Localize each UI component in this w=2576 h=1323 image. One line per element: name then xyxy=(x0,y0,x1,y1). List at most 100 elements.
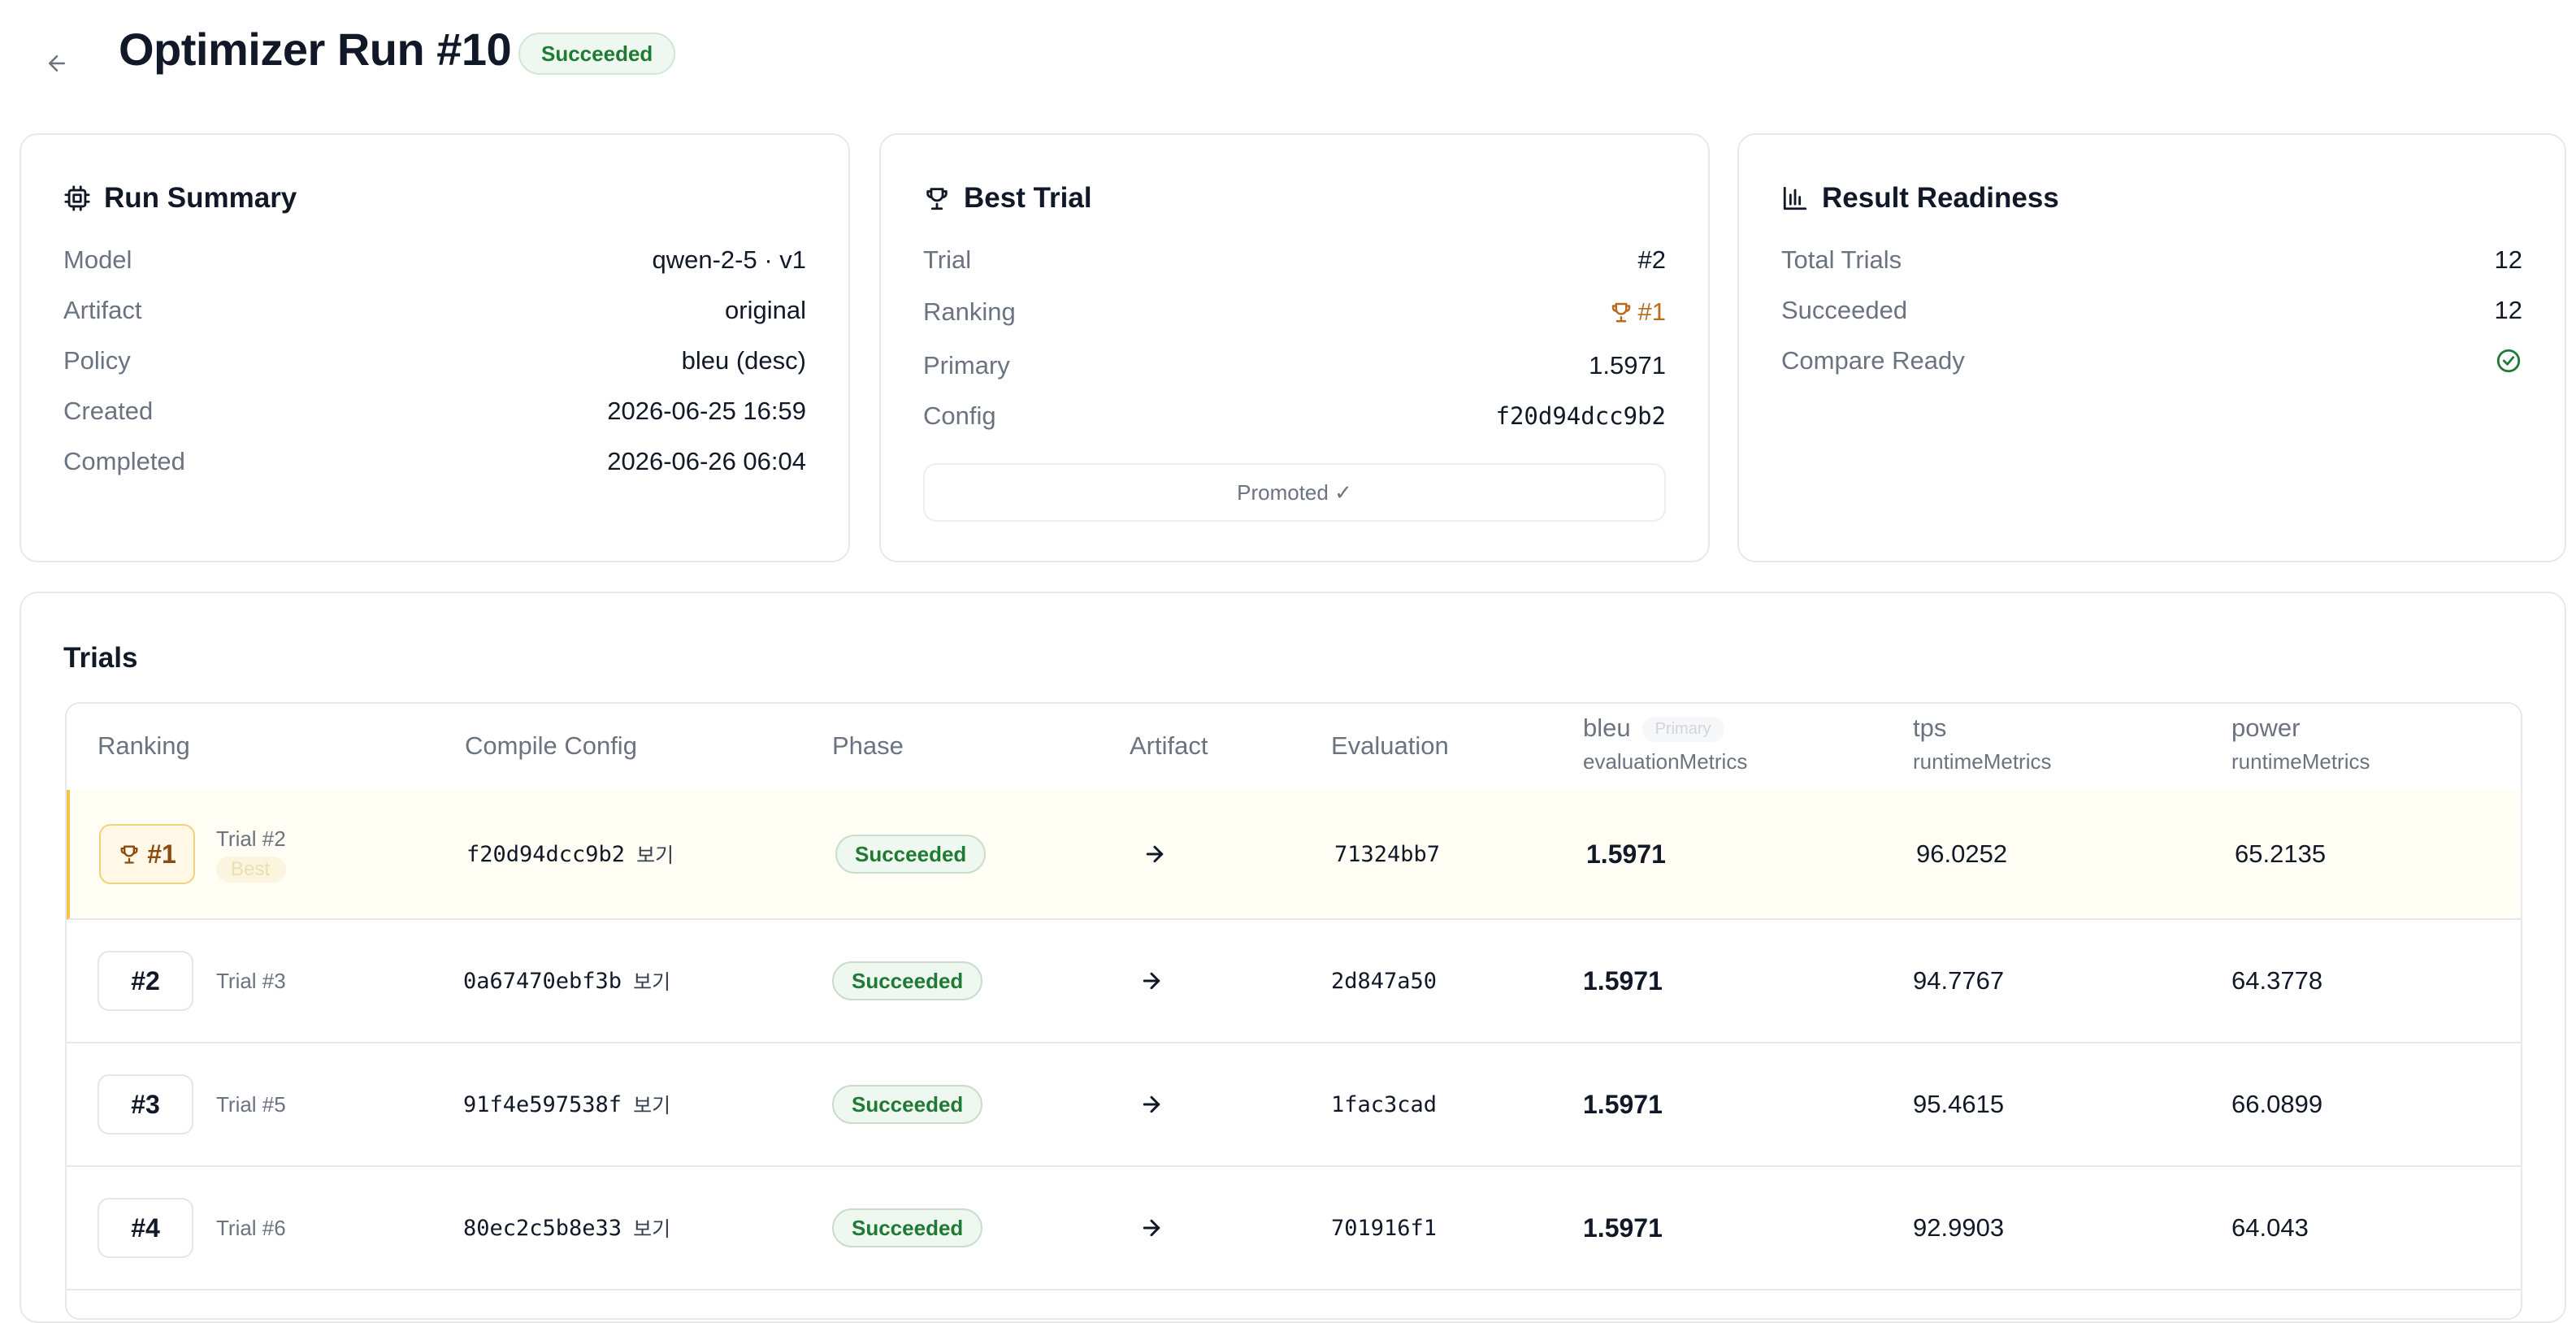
power-value: 66.0899 xyxy=(2231,1090,2323,1118)
evaluation-id[interactable]: 2d847a50 xyxy=(1331,969,1437,994)
bleu-value: 1.5971 xyxy=(1586,839,1666,869)
col-bleu[interactable]: bleu Primary evaluationMetrics xyxy=(1583,714,1747,774)
summary-key: Policy xyxy=(63,346,131,375)
best-trial-card: Best Trial Trial #2 Ranking #1 Primary 1.5… xyxy=(879,133,1710,562)
trial-label: Trial #5 xyxy=(216,1091,286,1117)
summary-key: Created xyxy=(63,397,154,425)
table-row[interactable]: #3 Trial #5 91f4e597538f 보기 Succeeded 1f… xyxy=(67,1043,2521,1167)
phase-badge: Succeeded xyxy=(832,1085,983,1124)
best-key: Config xyxy=(923,401,996,430)
cpu-icon xyxy=(64,185,90,211)
ranking-value-text: #1 xyxy=(1637,297,1666,326)
summary-row-model: Model qwen-2-5 · v1 xyxy=(63,244,806,276)
phase-cell: Succeeded xyxy=(832,1167,983,1289)
table-header: Ranking Compile Config Phase Artifact Ev… xyxy=(67,704,2521,792)
rank-badge: #4 xyxy=(98,1198,193,1258)
phase-badge: Succeeded xyxy=(835,835,987,874)
col-ranking[interactable]: Ranking xyxy=(98,731,190,761)
evaluation-id[interactable]: 701916f1 xyxy=(1331,1216,1437,1241)
page-header: Optimizer Run #10 Succeeded xyxy=(0,0,2576,114)
power-value: 64.3778 xyxy=(2231,966,2323,995)
col-phase[interactable]: Phase xyxy=(832,731,904,761)
result-readiness-card: Result Readiness Total Trials 12 Succeede… xyxy=(1737,133,2566,562)
best-row-primary: Primary 1.5971 xyxy=(923,349,1666,382)
summary-value: 2026-06-26 06:04 xyxy=(607,447,806,475)
view-link[interactable]: 보기 xyxy=(633,966,670,996)
phase-cell: Succeeded xyxy=(832,1043,983,1165)
summary-row-created: Created 2026-06-25 16:59 xyxy=(63,395,806,427)
summary-key: Model xyxy=(63,245,132,274)
best-value: #2 xyxy=(1637,245,1666,274)
trophy-icon xyxy=(1611,302,1630,323)
config-id: 91f4e597538f xyxy=(463,1091,622,1117)
readiness-row-succeeded: Succeeded 12 xyxy=(1781,294,2522,327)
col-compile-config[interactable]: Compile Config xyxy=(465,731,637,761)
summary-row-policy: Policy bleu (desc) xyxy=(63,345,806,377)
view-link[interactable]: 보기 xyxy=(633,1090,670,1119)
arrow-right-icon[interactable] xyxy=(1139,1092,1164,1117)
run-summary-title: Run Summary xyxy=(63,182,297,215)
rank-cell: #4 Trial #6 xyxy=(98,1167,286,1289)
evaluation-cell: 1fac3cad xyxy=(1331,1043,1437,1165)
summary-value: 2026-06-25 16:59 xyxy=(607,397,806,425)
evaluation-id[interactable]: 1fac3cad xyxy=(1331,1092,1437,1117)
table-row[interactable]: #1 Trial #2 Best f20d94dcc9b2 보기 Succeed… xyxy=(67,790,2521,920)
bleu-value: 1.5971 xyxy=(1583,1089,1663,1119)
col-evaluation[interactable]: Evaluation xyxy=(1331,731,1449,761)
rank-text: #1 xyxy=(147,839,176,869)
config-id: 0a67470ebf3b xyxy=(463,968,622,994)
rank-cell: #2 Trial #3 xyxy=(98,920,286,1042)
readiness-key: Compare Ready xyxy=(1781,346,1965,375)
view-link[interactable]: 보기 xyxy=(633,1213,670,1243)
col-bleu-sub: evaluationMetrics xyxy=(1583,749,1748,774)
arrow-right-icon[interactable] xyxy=(1139,969,1164,993)
bleu-value: 1.5971 xyxy=(1583,965,1663,996)
summary-value: original xyxy=(725,296,806,324)
artifact-cell xyxy=(1143,790,1167,918)
table-row[interactable]: #2 Trial #3 0a67470ebf3b 보기 Succeeded 2d… xyxy=(67,920,2521,1043)
artifact-cell xyxy=(1139,1167,1164,1289)
col-power[interactable]: power runtimeMetrics xyxy=(2231,714,2370,774)
col-tps-label: tps xyxy=(1913,714,1947,742)
col-power-sub: runtimeMetrics xyxy=(2231,749,2370,774)
col-tps[interactable]: tps runtimeMetrics xyxy=(1913,714,2051,774)
run-summary-label: Run Summary xyxy=(104,182,297,214)
best-row-config: Config f20d94dcc9b2 xyxy=(923,400,1666,432)
rank-badge: #3 xyxy=(98,1074,193,1134)
bar-chart-icon xyxy=(1783,186,1807,210)
col-bleu-label: bleu xyxy=(1583,714,1631,742)
evaluation-id[interactable]: 71324bb7 xyxy=(1334,842,1440,867)
readiness-title: Result Readiness xyxy=(1781,182,2059,215)
run-summary-card: Run Summary Model qwen-2-5 · v1 Artifact o… xyxy=(20,133,850,562)
arrow-right-icon[interactable] xyxy=(1139,1216,1164,1240)
summary-key: Completed xyxy=(63,447,185,475)
status-badge: Succeeded xyxy=(518,33,676,75)
config-cell: 80ec2c5b8e33 보기 xyxy=(463,1167,670,1289)
summary-key: Artifact xyxy=(63,296,142,324)
back-button[interactable] xyxy=(42,49,72,78)
best-value: f20d94dcc9b2 xyxy=(1495,402,1666,430)
rank-badge: #1 xyxy=(99,824,195,884)
summary-row-completed: Completed 2026-06-26 06:04 xyxy=(63,445,806,478)
evaluation-cell: 701916f1 xyxy=(1331,1167,1437,1289)
best-key: Trial xyxy=(923,245,972,274)
promoted-button[interactable]: Promoted ✓ xyxy=(923,463,1666,522)
best-key: Primary xyxy=(923,351,1010,380)
phase-badge: Succeeded xyxy=(832,961,983,1000)
trial-label: Trial #6 xyxy=(216,1215,286,1240)
evaluation-cell: 71324bb7 xyxy=(1334,790,1440,918)
artifact-cell xyxy=(1139,920,1164,1042)
best-tag: Best xyxy=(216,856,286,883)
arrow-right-icon[interactable] xyxy=(1143,842,1167,866)
view-link[interactable]: 보기 xyxy=(636,839,674,869)
readiness-label: Result Readiness xyxy=(1822,182,2059,214)
summary-row-artifact: Artifact original xyxy=(63,294,806,327)
phase-badge: Succeeded xyxy=(832,1208,983,1247)
readiness-key: Succeeded xyxy=(1781,296,1908,324)
tps-value: 94.7767 xyxy=(1913,966,2005,995)
best-trial-title: Best Trial xyxy=(923,182,1092,215)
table-row[interactable]: #4 Trial #6 80ec2c5b8e33 보기 Succeeded 70… xyxy=(67,1167,2521,1290)
col-artifact[interactable]: Artifact xyxy=(1130,731,1208,761)
tps-value: 92.9903 xyxy=(1913,1213,2005,1242)
trials-card: Trials Ranking Compile Config Phase Arti… xyxy=(20,592,2566,1323)
